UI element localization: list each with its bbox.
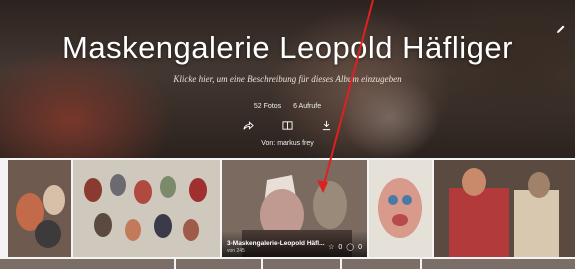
album-header: Maskengalerie Leopold Häfliger Klicke hi… — [0, 0, 575, 158]
pencil-icon[interactable] — [556, 21, 566, 39]
photo-6[interactable] — [0, 259, 175, 269]
comment-icon[interactable]: ◯ — [346, 243, 354, 251]
photo-1[interactable] — [8, 160, 71, 257]
album-actions — [0, 118, 575, 136]
photo-subtitle: von 245 — [227, 248, 245, 254]
photo-10[interactable] — [421, 259, 575, 269]
likes-count: 0 — [338, 243, 343, 251]
slideshow-icon[interactable] — [282, 118, 293, 136]
photo-title[interactable]: 3-Maskengalerie-Leopold Häfl... — [227, 240, 325, 247]
photo-7[interactable] — [176, 259, 262, 269]
photo-3[interactable]: 3-Maskengalerie-Leopold Häfl... von 245 … — [222, 160, 367, 257]
album-cover: Maskengalerie Leopold Häfliger Klicke hi… — [0, 0, 575, 158]
album-owner[interactable]: Von: markus frey — [0, 140, 575, 147]
album-stats: 52 Fotos 6 Aufrufe — [0, 103, 575, 110]
star-icon[interactable]: ☆ — [328, 243, 334, 251]
photo-9[interactable] — [341, 259, 420, 269]
views-count: 6 Aufrufe — [293, 103, 322, 110]
photo-8[interactable] — [263, 259, 340, 269]
album-description-placeholder[interactable]: Klicke hier, um eine Beschreibung für di… — [0, 74, 575, 84]
photo-grid-row-2 — [0, 259, 575, 269]
comments-count: 0 — [358, 243, 362, 251]
photo-4[interactable] — [369, 160, 432, 257]
share-icon[interactable] — [243, 118, 254, 136]
download-icon[interactable] — [321, 118, 332, 136]
album-title[interactable]: Maskengalerie Leopold Häfliger — [0, 30, 575, 66]
photos-count: 52 Fotos — [253, 103, 282, 110]
photo-5[interactable] — [434, 160, 575, 257]
photo-2[interactable] — [73, 160, 220, 257]
photo-stats: ☆ 0 ◯ 0 — [328, 243, 362, 252]
photo-grid: 3-Maskengalerie-Leopold Häfl... von 245 … — [0, 160, 575, 258]
